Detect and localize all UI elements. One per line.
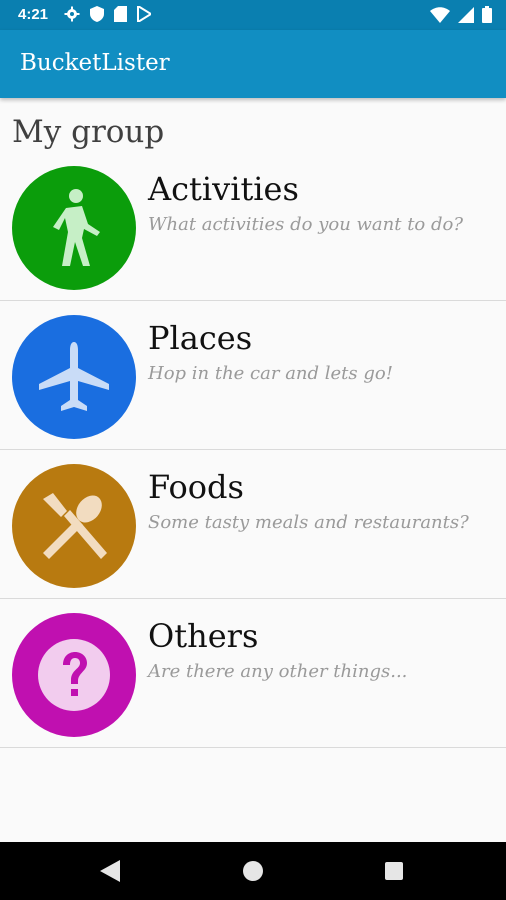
others-icon-circle	[12, 613, 136, 737]
category-title: Others	[148, 617, 259, 655]
signal-icon	[458, 6, 474, 23]
fork-spoon-icon	[43, 493, 107, 559]
list-item-foods[interactable]: Foods Some tasty meals and restaurants?	[0, 450, 506, 599]
walking-person-icon	[53, 189, 100, 266]
wifi-icon	[430, 6, 450, 23]
play-store-icon	[137, 6, 151, 22]
list-item-others[interactable]: Others Are there any other things...	[0, 599, 506, 748]
app-title: BucketLister	[20, 50, 170, 76]
category-title: Activities	[148, 170, 299, 208]
category-subtitle: What activities do you want to do?	[148, 214, 463, 235]
status-icons-left	[64, 6, 151, 22]
airplane-icon	[39, 342, 109, 411]
group-title: My group	[12, 114, 165, 150]
status-time: 4:21	[18, 6, 49, 23]
category-title: Places	[148, 319, 253, 357]
category-subtitle: Some tasty meals and restaurants?	[148, 512, 469, 533]
battery-icon	[482, 6, 492, 23]
category-title: Foods	[148, 468, 244, 506]
activities-icon-circle	[12, 166, 136, 290]
status-icons-right	[430, 6, 492, 23]
back-icon[interactable]	[100, 860, 120, 882]
question-mark-icon	[38, 639, 110, 711]
category-list: Activities What activities do you want t…	[0, 152, 506, 748]
recents-icon[interactable]	[385, 862, 403, 880]
list-item-places[interactable]: Places Hop in the car and lets go!	[0, 301, 506, 450]
app-bar: BucketLister	[0, 30, 506, 98]
shield-icon	[90, 6, 104, 22]
list-item-activities[interactable]: Activities What activities do you want t…	[0, 152, 506, 301]
category-subtitle: Hop in the car and lets go!	[148, 363, 393, 384]
status-bar: 4:21	[0, 0, 506, 30]
navigation-bar	[0, 842, 506, 900]
foods-icon-circle	[12, 464, 136, 588]
gear-icon	[64, 6, 80, 22]
places-icon-circle	[12, 315, 136, 439]
home-icon[interactable]	[243, 861, 263, 881]
category-subtitle: Are there any other things...	[148, 661, 408, 682]
sd-card-icon	[114, 6, 127, 22]
